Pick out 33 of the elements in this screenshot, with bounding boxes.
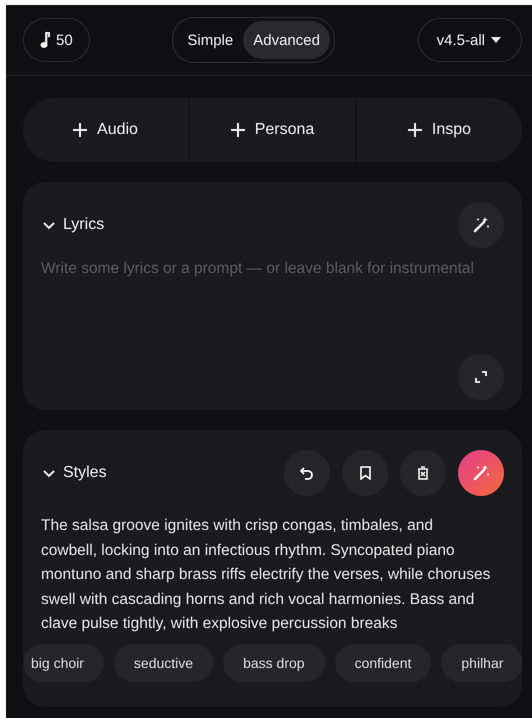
model-dropdown[interactable]: v4.5-all xyxy=(418,18,522,62)
trash-icon xyxy=(417,466,429,480)
lyrics-field[interactable]: Write some lyrics or a prompt — or leave blank for instrumental xyxy=(41,260,504,350)
undo-icon xyxy=(300,466,314,480)
add-button[interactable]: Audio xyxy=(23,98,188,162)
music-note-icon xyxy=(40,32,50,48)
style-description: The salsa groove ignites with crisp congas, timbales, and cowbell, locking into an infectious rhythm. Syncopated piano montuno and sharp brass riffs electrify the verses, while choruses swell with cascading horns and rich vocal harmonies. Bass and clave pulse tightly, with explosive percussion breaks xyxy=(41,516,492,634)
add-button[interactable]: Persona xyxy=(190,98,355,162)
expand-icon xyxy=(475,371,487,383)
mode-tab[interactable]: Simple xyxy=(177,21,244,59)
add-button[interactable]: Inspo xyxy=(357,98,522,162)
magic-wand-icon xyxy=(472,216,490,234)
lyrics-editor[interactable]: Lyrics Write some lyrics or a prompt — or leave blank for instrumental xyxy=(23,182,522,410)
mode-tab[interactable]: Advanced xyxy=(243,21,330,59)
style-tag[interactable]: bass drop xyxy=(223,644,325,682)
credits-button[interactable]: 50 xyxy=(23,18,90,62)
plus-icon xyxy=(230,123,245,137)
magic-wand-icon xyxy=(472,464,490,482)
bookmark-button[interactable] xyxy=(342,450,388,496)
clear-button[interactable] xyxy=(400,450,446,496)
plus-icon xyxy=(408,123,422,137)
section-title: Styles xyxy=(63,464,107,482)
section-title: Lyrics xyxy=(63,216,104,234)
plus-icon xyxy=(73,123,88,137)
caret-icon xyxy=(491,37,501,43)
magic-wand-button[interactable] xyxy=(458,450,504,496)
undo-button[interactable] xyxy=(284,450,330,496)
style-tag[interactable]: confident xyxy=(334,644,432,682)
magic-wand-button[interactable] xyxy=(458,202,504,248)
bookmark-icon xyxy=(360,466,370,480)
style-tag[interactable]: seductive xyxy=(114,644,214,682)
style-tag[interactable]: philhar xyxy=(441,644,522,682)
style-tag[interactable]: big choir xyxy=(23,644,104,682)
